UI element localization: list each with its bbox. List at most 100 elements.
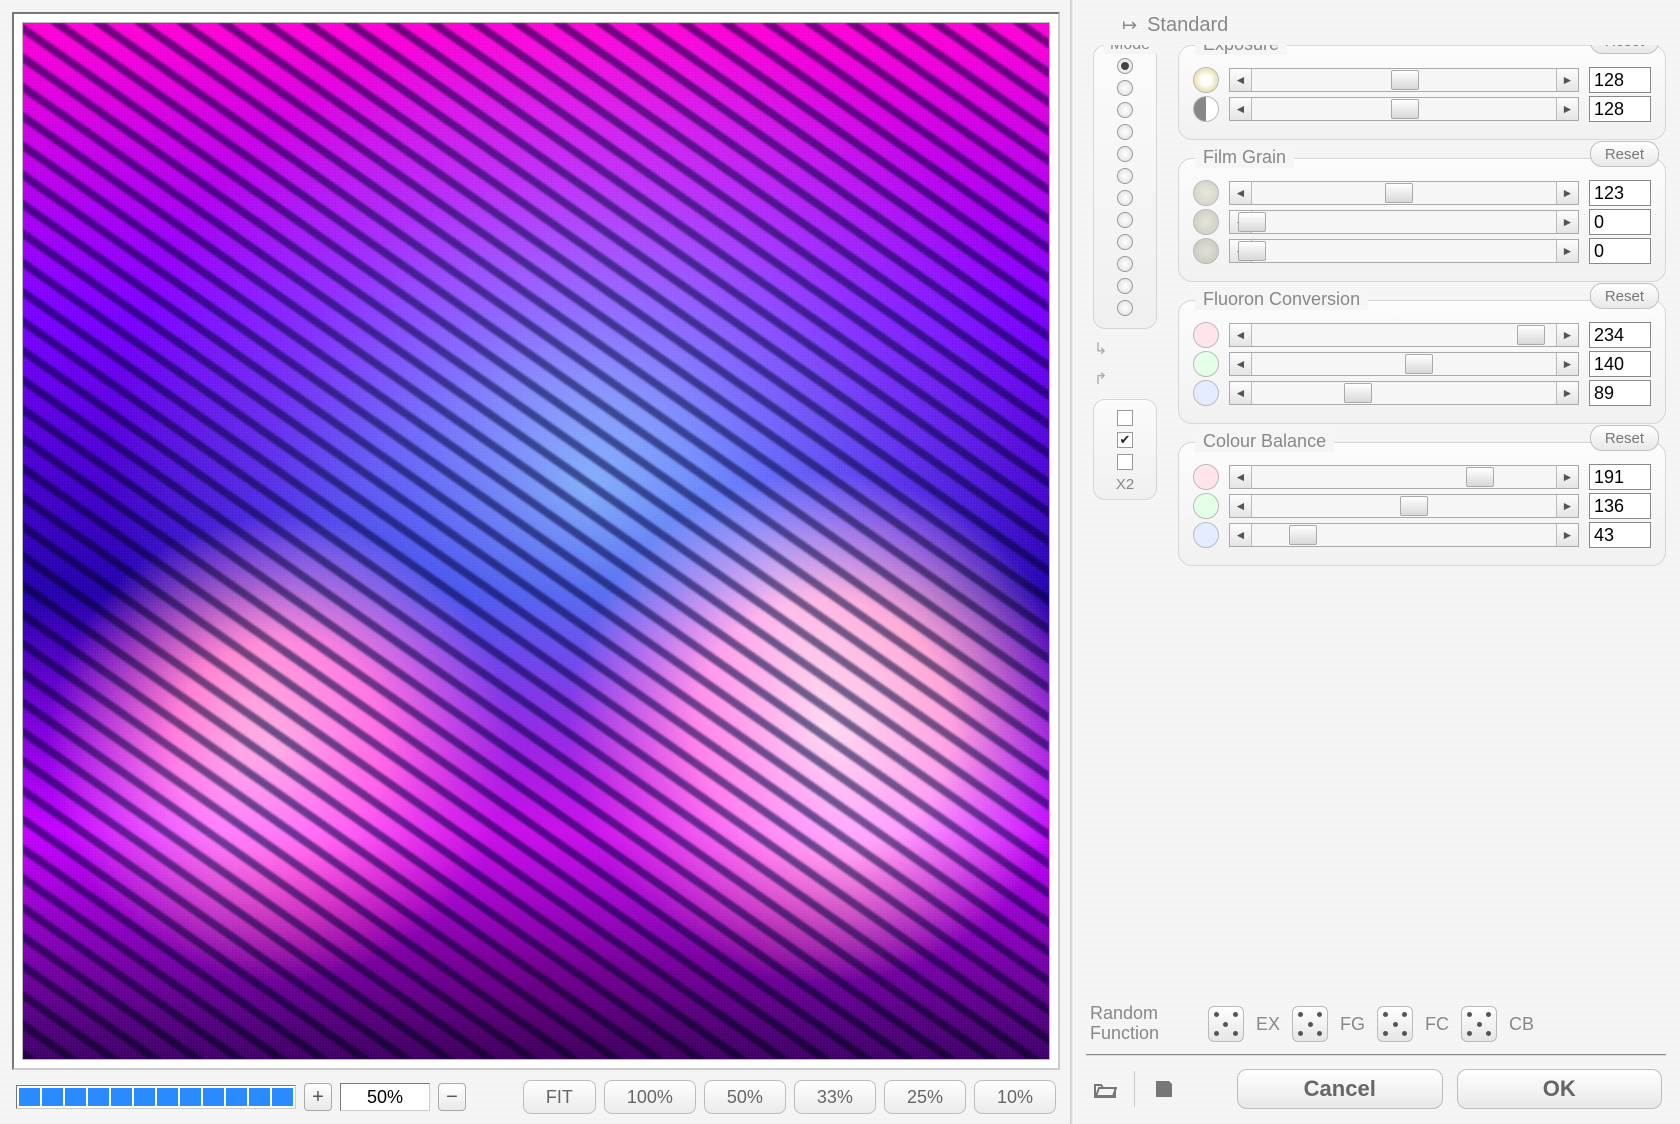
mode-radio-8[interactable]: [1117, 234, 1133, 250]
film-grain-slider-2[interactable]: ◄►: [1229, 239, 1579, 263]
fluoron-slider-1-left[interactable]: ◄: [1230, 353, 1252, 375]
exposure-contrast-icon: [1193, 96, 1219, 122]
fluoron-reset-button[interactable]: Reset: [1590, 283, 1659, 309]
colour-balance-slider-1-thumb[interactable]: [1400, 496, 1428, 516]
preview-image[interactable]: [22, 22, 1050, 1060]
film-grain-value-0[interactable]: [1589, 180, 1651, 206]
random-dice-fg[interactable]: [1292, 1006, 1328, 1042]
film-grain-slider-1[interactable]: ◄►: [1229, 210, 1579, 234]
fluoron-slider-0-right[interactable]: ►: [1556, 324, 1578, 346]
film-grain-grain1-icon: [1193, 180, 1219, 206]
mode-radio-10[interactable]: [1117, 278, 1133, 294]
mode-radio-1[interactable]: [1117, 80, 1133, 96]
colour-balance-slider-0[interactable]: ◄►: [1229, 465, 1579, 489]
random-dice-cb[interactable]: [1461, 1006, 1497, 1042]
fluoron-slider-0-thumb[interactable]: [1517, 325, 1545, 345]
exposure-sun-icon: [1193, 67, 1219, 93]
fluoron-slider-1-thumb[interactable]: [1405, 354, 1433, 374]
film-grain-slider-0-left[interactable]: ◄: [1230, 182, 1252, 204]
exposure-reset-button[interactable]: Reset: [1590, 45, 1659, 54]
mode-radio-11[interactable]: [1117, 300, 1133, 316]
exposure-value-0[interactable]: [1589, 67, 1651, 93]
fluoron-value-2[interactable]: [1589, 380, 1651, 406]
zoom-toolbar: + 50% − FIT 100% 50% 33% 25% 10%: [12, 1070, 1060, 1114]
mode-checkbox-2[interactable]: [1117, 454, 1133, 470]
colour-balance-value-0[interactable]: [1589, 464, 1651, 490]
fluoron-slider-0-left[interactable]: ◄: [1230, 324, 1252, 346]
colour-balance-value-1[interactable]: [1589, 493, 1651, 519]
colour-balance-slider-1-right[interactable]: ►: [1556, 495, 1578, 517]
ok-button[interactable]: OK: [1457, 1069, 1663, 1109]
zoom-25-button[interactable]: 25%: [884, 1080, 966, 1114]
fluoron-slider-1[interactable]: ◄►: [1229, 352, 1579, 376]
film-grain-value-2[interactable]: [1589, 238, 1651, 264]
mode-radio-0[interactable]: [1117, 58, 1133, 74]
preset-name[interactable]: Standard: [1147, 14, 1228, 37]
zoom-out-button[interactable]: −: [438, 1083, 466, 1111]
zoom-10-button[interactable]: 10%: [974, 1080, 1056, 1114]
colour-balance-slider-0-left[interactable]: ◄: [1230, 466, 1252, 488]
film-grain-reset-button[interactable]: Reset: [1590, 141, 1659, 167]
open-preset-button[interactable]: [1090, 1074, 1120, 1104]
film-grain-slider-2-thumb[interactable]: [1238, 241, 1266, 261]
exposure-slider-1-right[interactable]: ►: [1556, 98, 1578, 120]
film-grain-slider-1-right[interactable]: ►: [1556, 211, 1578, 233]
zoom-in-button[interactable]: +: [304, 1083, 332, 1111]
mode-radio-5[interactable]: [1117, 168, 1133, 184]
cancel-button[interactable]: Cancel: [1237, 1069, 1443, 1109]
colour-balance-pink-icon: [1193, 464, 1219, 490]
mode-radio-3[interactable]: [1117, 124, 1133, 140]
zoom-50-button[interactable]: 50%: [704, 1080, 786, 1114]
mode-checkbox-0[interactable]: [1117, 410, 1133, 426]
mode-radio-4[interactable]: [1117, 146, 1133, 162]
random-dice-ex[interactable]: [1208, 1006, 1244, 1042]
zoom-33-button[interactable]: 33%: [794, 1080, 876, 1114]
colour-balance-green-icon: [1193, 493, 1219, 519]
colour-balance-slider-2[interactable]: ◄►: [1229, 523, 1579, 547]
colour-balance-group: Colour Balance Reset ◄►◄►◄►: [1178, 442, 1666, 566]
film-grain-slider-0[interactable]: ◄►: [1229, 181, 1579, 205]
fluoron-slider-2-right[interactable]: ►: [1556, 382, 1578, 404]
zoom-value[interactable]: 50%: [340, 1083, 430, 1111]
exposure-slider-1-left[interactable]: ◄: [1230, 98, 1252, 120]
footer-bar: Cancel OK: [1086, 1054, 1666, 1114]
mode-radio-7[interactable]: [1117, 212, 1133, 228]
fluoron-slider-0[interactable]: ◄►: [1229, 323, 1579, 347]
exposure-slider-1[interactable]: ◄►: [1229, 97, 1579, 121]
colour-balance-slider-2-right[interactable]: ►: [1556, 524, 1578, 546]
colour-balance-slider-0-thumb[interactable]: [1466, 467, 1494, 487]
colour-balance-value-2[interactable]: [1589, 522, 1651, 548]
zoom-fit-button[interactable]: FIT: [523, 1080, 596, 1114]
film-grain-slider-0-right[interactable]: ►: [1556, 182, 1578, 204]
fluoron-slider-2-thumb[interactable]: [1344, 383, 1372, 403]
exposure-slider-0-right[interactable]: ►: [1556, 69, 1578, 91]
mode-radio-9[interactable]: [1117, 256, 1133, 272]
exposure-slider-0[interactable]: ◄►: [1229, 68, 1579, 92]
colour-balance-slider-1-left[interactable]: ◄: [1230, 495, 1252, 517]
save-preset-button[interactable]: [1149, 1074, 1179, 1104]
mode-radio-6[interactable]: [1117, 190, 1133, 206]
exposure-value-1[interactable]: [1589, 96, 1651, 122]
zoom-100-button[interactable]: 100%: [604, 1080, 696, 1114]
mode-radio-2[interactable]: [1117, 102, 1133, 118]
colour-balance-reset-button[interactable]: Reset: [1590, 425, 1659, 451]
film-grain-value-1[interactable]: [1589, 209, 1651, 235]
film-grain-slider-1-thumb[interactable]: [1238, 212, 1266, 232]
colour-balance-slider-2-left[interactable]: ◄: [1230, 524, 1252, 546]
fluoron-slider-1-right[interactable]: ►: [1556, 353, 1578, 375]
film-grain-slider-2-right[interactable]: ►: [1556, 240, 1578, 262]
colour-balance-slider-1[interactable]: ◄►: [1229, 494, 1579, 518]
fluoron-title: Fluoron Conversion: [1195, 289, 1368, 310]
fluoron-slider-2[interactable]: ◄►: [1229, 381, 1579, 405]
random-dice-fc[interactable]: [1377, 1006, 1413, 1042]
colour-balance-slider-2-thumb[interactable]: [1289, 525, 1317, 545]
exposure-slider-0-thumb[interactable]: [1391, 70, 1419, 90]
exposure-slider-1-thumb[interactable]: [1391, 99, 1419, 119]
mode-checkbox-1[interactable]: [1117, 432, 1133, 448]
fluoron-value-1[interactable]: [1589, 351, 1651, 377]
fluoron-slider-2-left[interactable]: ◄: [1230, 382, 1252, 404]
fluoron-value-0[interactable]: [1589, 322, 1651, 348]
exposure-slider-0-left[interactable]: ◄: [1230, 69, 1252, 91]
film-grain-slider-0-thumb[interactable]: [1385, 183, 1413, 203]
colour-balance-slider-0-right[interactable]: ►: [1556, 466, 1578, 488]
